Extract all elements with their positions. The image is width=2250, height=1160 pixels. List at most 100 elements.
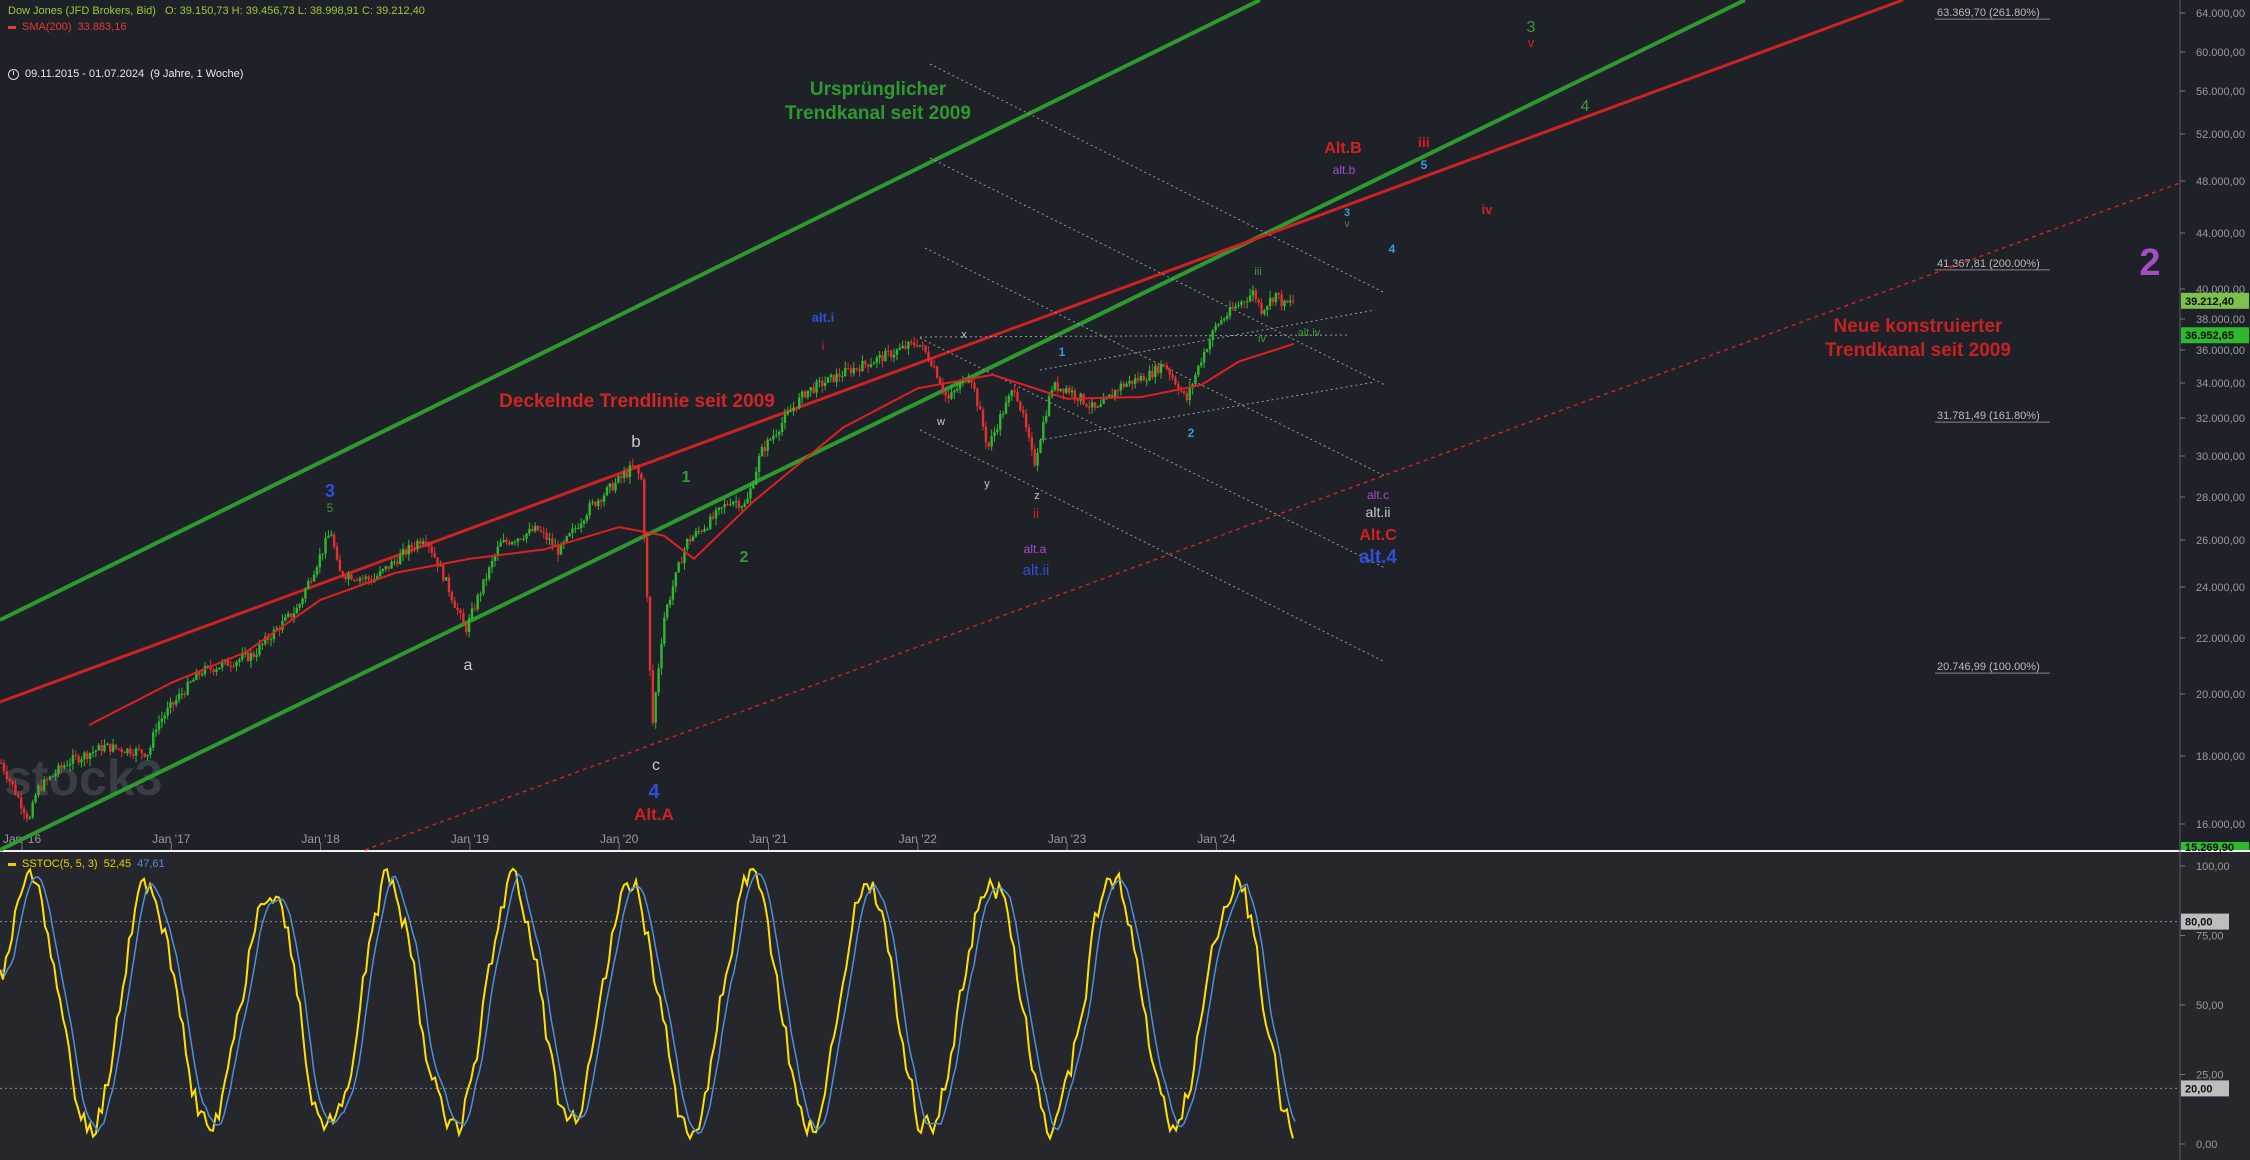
candle-body	[976, 388, 979, 406]
y-tick-label: 24.000,00	[2196, 582, 2245, 594]
candle-body	[815, 381, 818, 393]
candle-body	[83, 752, 86, 760]
candle-body	[608, 483, 611, 488]
candle-body	[953, 390, 956, 393]
candle-body	[528, 528, 531, 534]
candle-body	[838, 373, 841, 377]
sma-legend[interactable]: SMA(200) 33.883,16	[8, 21, 132, 33]
candle-body	[591, 501, 594, 504]
candle-body	[163, 715, 166, 719]
candle-body	[594, 501, 597, 506]
wave-label: 5	[1421, 158, 1428, 172]
candle-body	[261, 643, 264, 645]
candle-body	[1093, 402, 1097, 408]
candle-body	[421, 541, 425, 544]
candle-body	[769, 439, 772, 441]
candle-body	[123, 751, 126, 754]
candle-body	[1134, 378, 1137, 384]
candle-body	[1085, 404, 1088, 407]
candle-body	[1070, 390, 1074, 393]
x-tick-label: Jan '19	[451, 832, 490, 846]
candle-body	[384, 566, 388, 569]
candle-body	[921, 345, 924, 347]
candle-body	[602, 495, 606, 502]
candle-body	[71, 754, 75, 764]
stoch-legend[interactable]: SSTOC(5, 5, 3) 52,45 47,61	[8, 858, 171, 870]
candle-body	[68, 763, 72, 766]
candle-body	[358, 578, 362, 581]
candle-body	[766, 439, 769, 452]
candle-body	[973, 382, 976, 389]
candle-body	[821, 380, 824, 387]
sma-label: SMA(200)	[22, 21, 72, 33]
candle-body	[829, 374, 833, 378]
candle-body	[103, 745, 106, 752]
candle-body	[1010, 390, 1013, 396]
candle-body	[1214, 325, 1217, 331]
candle-body	[106, 743, 109, 746]
wave-label: x	[961, 329, 967, 341]
candle-body	[1090, 402, 1094, 408]
candle-body	[1065, 387, 1068, 393]
candle-body	[1073, 390, 1077, 399]
candle-body	[703, 528, 706, 532]
candle-body	[803, 391, 807, 398]
candle-body	[772, 435, 775, 440]
date-range[interactable]: 09.11.2015 - 01.07.2024 (9 Jahre, 1 Woche…	[8, 68, 249, 80]
wave-label: 4	[1389, 242, 1396, 256]
stoch-label: SSTOC(5, 5, 3)	[22, 858, 98, 870]
candle-body	[332, 534, 336, 547]
candle-body	[249, 653, 253, 661]
candle-body	[1148, 370, 1151, 381]
wave-label: b	[631, 432, 640, 451]
wave-label: 4	[1581, 98, 1590, 115]
candle-body	[295, 607, 299, 614]
candle-body	[1122, 383, 1125, 387]
y-tick-label: 34.000,00	[2196, 378, 2245, 390]
candle-body	[611, 483, 614, 491]
candle-body	[54, 773, 57, 777]
candle-body	[588, 503, 591, 516]
wave-label: a	[464, 657, 473, 674]
candle-body	[717, 507, 721, 511]
candle-body	[565, 536, 568, 542]
candle-body	[674, 572, 678, 587]
candle-body	[1154, 365, 1157, 378]
candle-body	[88, 753, 92, 759]
candle-body	[654, 692, 657, 723]
candle-body	[19, 797, 23, 809]
candle-body	[1188, 387, 1191, 401]
candle-body	[950, 392, 953, 399]
stoch-panel-bg	[0, 852, 2250, 1160]
y-tick-label: 22.000,00	[2196, 633, 2245, 645]
candle-body	[487, 567, 491, 579]
candle-body	[809, 387, 812, 391]
candle-body	[657, 668, 660, 693]
candle-body	[1277, 292, 1280, 295]
candle-body	[889, 351, 893, 358]
candle-body	[720, 507, 723, 509]
candle-body	[599, 500, 603, 502]
candle-body	[304, 588, 307, 599]
candle-body	[686, 538, 689, 550]
candle-body	[1197, 365, 1200, 375]
candle-body	[585, 515, 589, 521]
y-tick-label: 64.000,00	[2196, 8, 2245, 20]
price-chart[interactable]: stock364.000,0060.000,0056.000,0052.000,…	[0, 0, 2250, 1160]
candle-body	[1217, 324, 1220, 326]
candle-body	[1033, 449, 1036, 466]
candle-body	[996, 429, 999, 432]
candle-body	[875, 357, 878, 363]
candle-body	[878, 354, 881, 358]
candle-body	[218, 667, 221, 670]
candle-body	[645, 537, 649, 597]
range-text: 09.11.2015 - 01.07.2024	[25, 68, 145, 80]
candle-body	[0, 762, 3, 764]
candle-body	[390, 561, 393, 569]
candle-body	[743, 503, 746, 507]
candle-body	[350, 574, 353, 580]
clock-icon	[8, 68, 19, 80]
candle-body	[579, 523, 583, 528]
candle-body	[80, 759, 83, 763]
candle-body	[1151, 370, 1154, 378]
